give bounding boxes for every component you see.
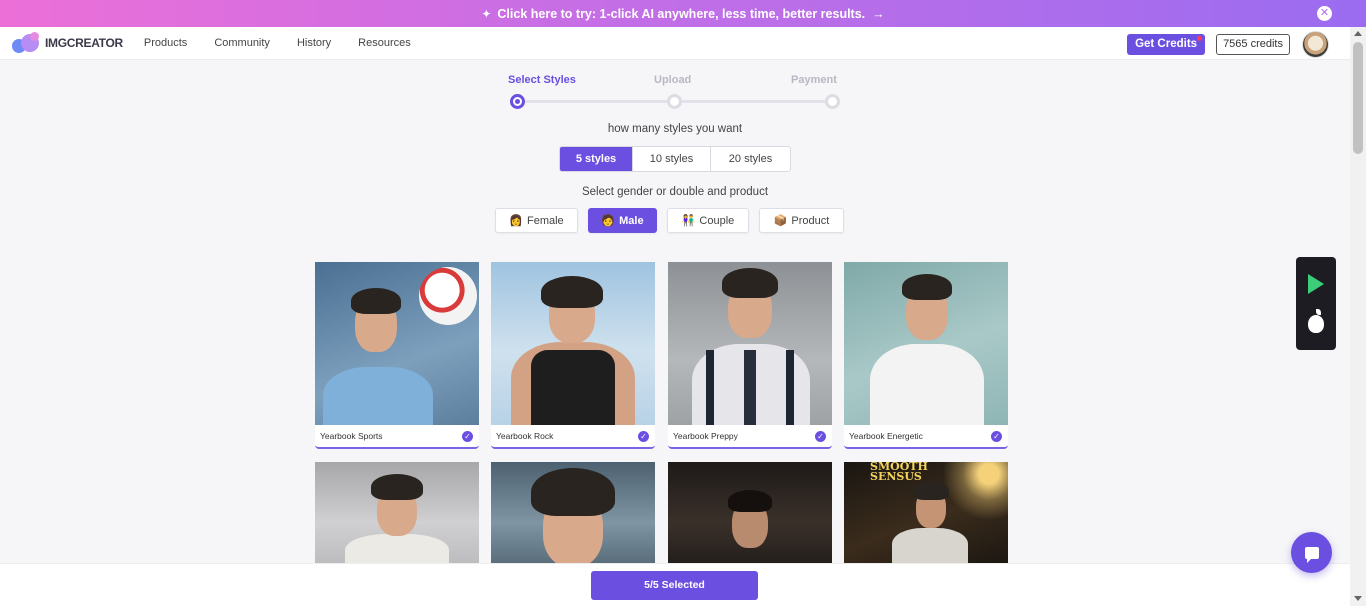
style-photo: SMOOTH SENSUS [844, 462, 1008, 563]
style-caption: Yearbook Preppy ✓ [668, 425, 832, 449]
scroll-up-arrow-icon[interactable] [1354, 31, 1362, 36]
nav-community[interactable]: Community [214, 37, 270, 49]
product-emoji-icon: 📦 [773, 215, 788, 227]
chat-icon [1304, 546, 1319, 563]
step-select-styles: Select Styles [508, 74, 576, 86]
get-credits-button[interactable]: Get Credits [1127, 34, 1206, 55]
check-icon: ✓ [815, 430, 826, 442]
styles-question: how many styles you want [607, 123, 743, 135]
check-icon: ✓ [991, 430, 1002, 442]
style-label: Yearbook Preppy [673, 431, 738, 441]
apple-icon[interactable] [1308, 309, 1324, 334]
gender-female-label: Female [527, 214, 564, 227]
logo[interactable]: IMGCREATOR [12, 32, 123, 54]
logo-mark-icon [12, 32, 42, 54]
notification-dot [1197, 36, 1203, 41]
step-upload: Upload [654, 74, 692, 86]
gender-female-button[interactable]: 👩 Female [495, 208, 578, 233]
close-icon[interactable]: ✕ [1317, 6, 1332, 21]
step-dot-2 [667, 94, 682, 109]
gender-couple-label: Couple [699, 214, 735, 227]
style-photo [668, 462, 832, 563]
gender-question: Select gender or double and product [581, 186, 769, 198]
google-play-icon[interactable] [1308, 273, 1324, 294]
step-payment: Payment [791, 74, 837, 86]
option-20-styles[interactable]: 20 styles [711, 147, 790, 171]
scrollbar-thumb[interactable] [1353, 42, 1363, 154]
chat-button[interactable] [1291, 532, 1332, 573]
style-card-yearbook-sports[interactable]: Yearbook Sports ✓ [315, 262, 479, 449]
option-10-styles[interactable]: 10 styles [633, 147, 711, 171]
female-emoji-icon: 👩 [509, 215, 523, 227]
gender-couple-button[interactable]: 👫 Couple [667, 208, 749, 233]
style-photo [668, 262, 832, 425]
gender-male-button[interactable]: 🧑 Male [588, 208, 657, 233]
user-avatar[interactable] [1302, 31, 1329, 58]
style-label: Yearbook Rock [496, 431, 554, 441]
style-card[interactable]: SMOOTH SENSUS [844, 462, 1008, 563]
banner-text[interactable]: Click here to try: 1-click AI anywhere, … [497, 7, 865, 21]
style-photo [491, 462, 655, 563]
style-card[interactable] [491, 462, 655, 563]
style-caption: Yearbook Sports ✓ [315, 425, 479, 449]
main-nav: Products Community History Resources [144, 37, 438, 49]
style-caption: Yearbook Rock ✓ [491, 425, 655, 449]
style-photo [315, 262, 479, 425]
check-icon: ✓ [638, 430, 649, 442]
style-label: Yearbook Energetic [849, 431, 923, 441]
top-header: IMGCREATOR Products Community History Re… [0, 27, 1350, 60]
promo-banner[interactable]: ✦ Click here to try: 1-click AI anywhere… [0, 0, 1366, 27]
logo-text: IMGCREATOR [45, 36, 123, 50]
styles-count-selector: 5 styles 10 styles 20 styles [559, 146, 791, 172]
selection-status-button[interactable]: 5/5 Selected [591, 571, 758, 600]
check-icon: ✓ [462, 430, 473, 442]
style-card[interactable] [668, 462, 832, 563]
nav-history[interactable]: History [297, 37, 331, 49]
option-5-styles[interactable]: 5 styles [560, 147, 633, 171]
nav-resources[interactable]: Resources [358, 37, 411, 49]
gender-product-label: Product [791, 214, 830, 227]
arrow-right-icon: → [872, 6, 885, 21]
gender-product-button[interactable]: 📦 Product [759, 208, 844, 233]
style-caption: Yearbook Energetic ✓ [844, 425, 1008, 449]
style-card-yearbook-rock[interactable]: Yearbook Rock ✓ [491, 262, 655, 449]
credits-balance[interactable]: 7565 credits [1216, 34, 1290, 55]
style-card[interactable] [315, 462, 479, 563]
couple-emoji-icon: 👫 [681, 215, 696, 227]
sparkle-icon: ✦ [481, 6, 492, 21]
step-dot-1 [510, 94, 525, 109]
app-download-panel [1296, 257, 1336, 350]
magazine-title-line2: SENSUS [870, 470, 922, 483]
step-dot-3 [825, 94, 840, 109]
style-card-yearbook-energetic[interactable]: Yearbook Energetic ✓ [844, 262, 1008, 449]
scroll-down-arrow-icon[interactable] [1354, 596, 1362, 601]
style-photo [844, 262, 1008, 425]
style-photo [315, 462, 479, 563]
gender-male-label: Male [619, 214, 644, 227]
get-credits-label: Get Credits [1135, 38, 1198, 50]
nav-products[interactable]: Products [144, 37, 187, 49]
style-card-yearbook-preppy[interactable]: Yearbook Preppy ✓ [668, 262, 832, 449]
style-photo [491, 262, 655, 425]
style-label: Yearbook Sports [320, 431, 383, 441]
male-emoji-icon: 🧑 [601, 215, 616, 227]
